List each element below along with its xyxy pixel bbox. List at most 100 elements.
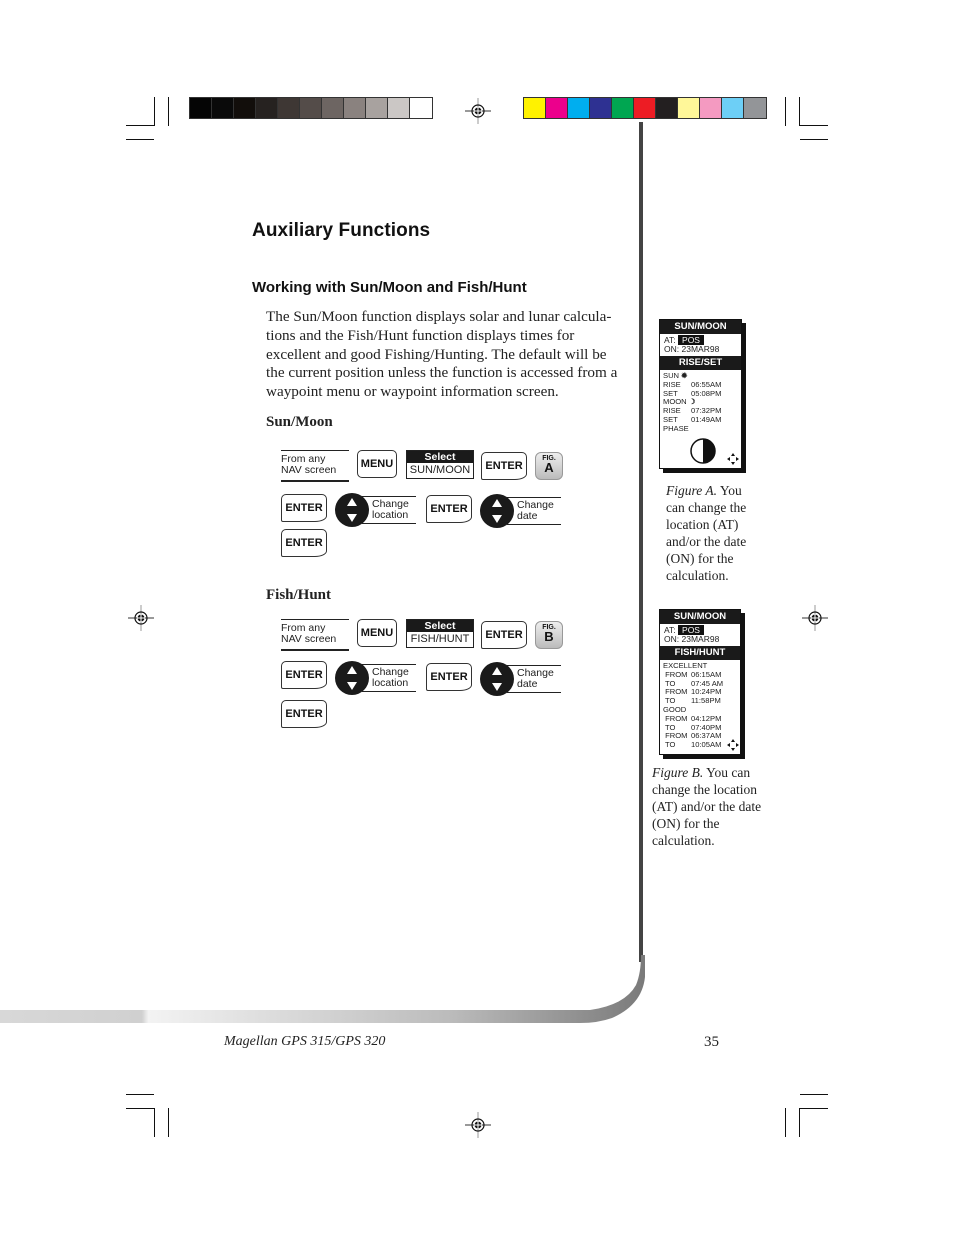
section-title: FISH/HUNT — [660, 646, 740, 660]
crop-mark — [800, 125, 828, 126]
enter-key: ENTER — [481, 452, 527, 480]
fig-letter: B — [544, 629, 554, 644]
section-title: RISE/SET — [660, 356, 741, 370]
crop-mark — [799, 1108, 800, 1137]
color-swatch — [388, 98, 410, 118]
from-nav-label: From any NAV screen — [281, 619, 349, 651]
color-swatch — [190, 98, 212, 118]
figure-a-gps-screen: SUN/MOON AT: POS ON: 23MAR98 RISE/SET SU… — [659, 319, 742, 469]
up-down-rocker-icon — [480, 494, 514, 528]
row-value: 07:40PM — [691, 722, 722, 732]
figure-b-caption: Figure B. You can change the location (A… — [652, 764, 762, 849]
on-value: 23MAR98 — [681, 344, 720, 354]
on-label: ON: — [664, 634, 680, 644]
color-swatch — [744, 98, 766, 118]
row-value: 01:49AM — [691, 414, 722, 424]
page-bottom-band — [0, 955, 645, 1023]
intro-paragraph: The Sun/Moon function displays solar and… — [266, 308, 618, 401]
section-heading: Working with Sun/Moon and Fish/Hunt — [252, 279, 527, 296]
color-swatch — [212, 98, 234, 118]
registration-target-icon — [465, 1112, 491, 1138]
moon-phase-icon — [690, 438, 716, 464]
crop-mark — [154, 1108, 155, 1137]
figure-b-gps-screen: SUN/MOON AT: POS ON: 23MAR98 FISH/HUNT E… — [659, 609, 741, 755]
figure-a-reference: FIG. A — [535, 452, 563, 480]
fish-hunt-subheading: Fish/Hunt — [266, 587, 332, 603]
caption-label: Figure A. — [666, 483, 717, 498]
crop-mark — [799, 97, 800, 126]
sun-moon-subheading: Sun/Moon — [266, 414, 333, 430]
on-label: ON: — [664, 344, 680, 354]
select-sun-moon-box: Select SUN/MOON — [406, 450, 474, 479]
enter-key: ENTER — [281, 494, 327, 522]
rise-set-list: SUN ✹ RISE 06:55AM SET 05:08PM MOON ☽ RISE 07:3… — [660, 370, 741, 436]
row-value: 06:55AM — [691, 379, 722, 389]
up-down-rocker-icon — [480, 662, 514, 696]
screen-title: SUN/MOON — [660, 610, 740, 624]
row-value: 10:24PM — [691, 687, 722, 697]
location-date-box: AT: POS ON: 23MAR98 — [660, 624, 740, 646]
up-down-rocker-icon — [335, 493, 369, 527]
registration-target-icon — [128, 605, 154, 631]
crop-mark — [785, 1108, 786, 1137]
select-value: SUN/MOON — [409, 464, 471, 476]
menu-key: MENU — [357, 619, 397, 647]
row-value: 06:15AM — [691, 669, 722, 679]
crop-mark — [126, 1108, 154, 1109]
location-date-box: AT: POS ON: 23MAR98 — [660, 334, 741, 356]
enter-key: ENTER — [426, 663, 472, 691]
up-down-rocker-icon — [335, 661, 369, 695]
change-location-label: Change location — [362, 496, 416, 524]
color-swatch — [634, 98, 656, 118]
crop-mark — [126, 139, 154, 140]
color-swatch — [568, 98, 590, 118]
crop-mark — [126, 125, 154, 126]
select-title: Select — [407, 451, 473, 463]
menu-key: MENU — [357, 450, 397, 478]
row-value: 06:37AM — [691, 731, 722, 741]
row-value: 07:45 AM — [691, 678, 724, 688]
color-swatch — [700, 98, 722, 118]
figure-a-caption: Figure A. You can change the location (A… — [666, 482, 756, 584]
screen-title: SUN/MOON — [660, 320, 741, 334]
grayscale-registration-bar — [189, 97, 433, 119]
color-swatch — [366, 98, 388, 118]
color-swatch — [410, 98, 432, 118]
page-title: Auxiliary Functions — [252, 220, 431, 241]
change-date-label: Change date — [507, 665, 561, 693]
registration-target-icon — [802, 605, 828, 631]
color-swatch — [722, 98, 744, 118]
moon-icon: ☽ — [686, 397, 696, 407]
row-value: 10:05AM — [691, 740, 722, 750]
caption-text: You can change the location (AT) and/or … — [666, 483, 747, 583]
enter-key: ENTER — [281, 700, 327, 728]
color-swatch — [678, 98, 700, 118]
crop-mark — [785, 97, 786, 126]
navigation-arrows-icon — [727, 739, 739, 751]
select-title: Select — [407, 620, 473, 632]
color-swatch — [546, 98, 568, 118]
color-swatch — [234, 98, 256, 118]
fig-letter: A — [544, 460, 554, 475]
row-label: PHASE — [663, 423, 689, 433]
navigation-arrows-icon — [727, 453, 739, 465]
row-value: 05:08PM — [691, 388, 722, 398]
color-swatch — [612, 98, 634, 118]
page-number: 35 — [704, 1034, 719, 1050]
color-swatch — [278, 98, 300, 118]
crop-mark — [168, 1108, 169, 1137]
footer-product-name: Magellan GPS 315/GPS 320 — [224, 1034, 386, 1049]
crop-mark — [800, 139, 828, 140]
crop-mark — [800, 1108, 828, 1109]
registration-target-icon — [465, 98, 491, 124]
sun-icon: ✹ — [679, 371, 688, 380]
from-nav-label: From any NAV screen — [281, 450, 349, 482]
select-value: FISH/HUNT — [410, 633, 470, 645]
select-fish-hunt-box: Select FISH/HUNT — [406, 619, 474, 648]
color-swatch — [344, 98, 366, 118]
caption-label: Figure B. — [652, 765, 704, 780]
color-swatch — [656, 98, 678, 118]
row-value: 04:12PM — [691, 713, 722, 723]
color-swatch — [590, 98, 612, 118]
crop-mark — [126, 1094, 154, 1095]
